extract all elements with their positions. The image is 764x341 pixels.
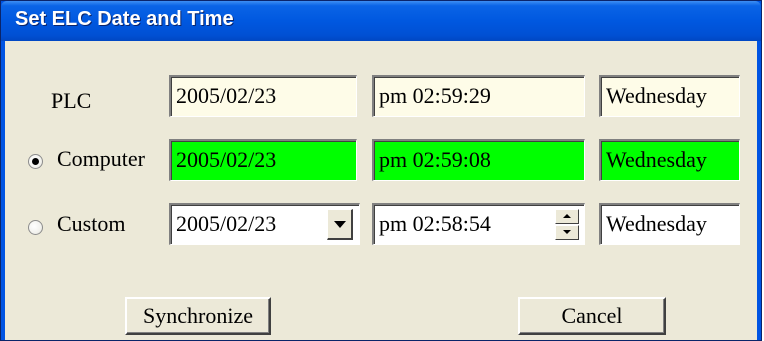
custom-radio[interactable] bbox=[28, 220, 43, 235]
time-spinner[interactable] bbox=[555, 209, 579, 240]
synchronize-button[interactable]: Synchronize bbox=[125, 297, 271, 335]
arrow-down-icon bbox=[563, 230, 571, 234]
plc-weekday-field: Wednesday bbox=[599, 75, 740, 117]
computer-date-field: 2005/02/23 bbox=[169, 139, 357, 181]
custom-date-value: 2005/02/23 bbox=[176, 211, 277, 236]
custom-time-value: pm 02:58:54 bbox=[379, 211, 491, 236]
computer-time-field: pm 02:59:08 bbox=[372, 139, 585, 181]
cancel-button[interactable]: Cancel bbox=[518, 297, 666, 335]
dialog-window: Set ELC Date and Time PLC 2005/02/23 pm … bbox=[0, 0, 762, 341]
date-dropdown-button[interactable] bbox=[327, 209, 353, 240]
window-title: Set ELC Date and Time bbox=[15, 8, 234, 30]
custom-label: Custom bbox=[57, 211, 126, 236]
time-spinner-up[interactable] bbox=[555, 209, 579, 224]
plc-time-field: pm 02:59:29 bbox=[372, 75, 585, 117]
arrow-up-icon bbox=[563, 214, 571, 218]
dialog-body: PLC 2005/02/23 pm 02:59:29 Wednesday Com… bbox=[5, 41, 757, 340]
plc-label: PLC bbox=[51, 88, 92, 113]
computer-weekday-field: Wednesday bbox=[599, 139, 740, 181]
time-spinner-down[interactable] bbox=[555, 225, 579, 240]
radio-selected-dot bbox=[32, 158, 39, 165]
chevron-down-icon bbox=[334, 221, 346, 228]
computer-radio[interactable] bbox=[28, 154, 43, 169]
computer-label: Computer bbox=[57, 146, 145, 171]
title-bar[interactable]: Set ELC Date and Time bbox=[1, 1, 761, 41]
custom-weekday-field: Wednesday bbox=[599, 203, 740, 245]
custom-time-input[interactable]: pm 02:58:54 bbox=[372, 203, 585, 245]
plc-date-field: 2005/02/23 bbox=[169, 75, 357, 117]
